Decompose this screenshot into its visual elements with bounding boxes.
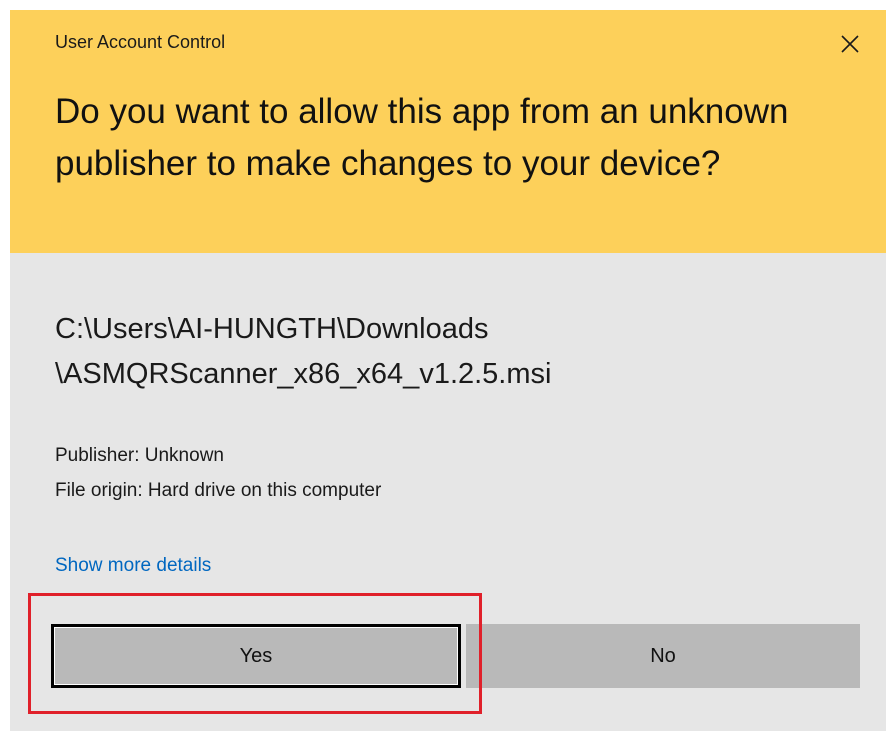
file-path-line-2: \ASMQRScanner_x86_x64_v1.2.5.msi bbox=[55, 358, 552, 390]
show-more-details-link[interactable]: Show more details bbox=[55, 555, 211, 577]
file-origin-text: File origin: Hard drive on this computer bbox=[55, 480, 382, 501]
close-icon bbox=[841, 35, 859, 53]
publisher-text: Publisher: Unknown bbox=[55, 445, 224, 466]
no-button[interactable]: No bbox=[466, 624, 860, 688]
close-button[interactable] bbox=[828, 24, 872, 64]
window-title: User Account Control bbox=[55, 32, 226, 52]
yes-button[interactable]: Yes bbox=[51, 624, 461, 688]
dialog-question: Do you want to allow this app from an un… bbox=[55, 92, 789, 183]
file-meta: Publisher: Unknown File origin: Hard dri… bbox=[55, 438, 381, 508]
dialog-header: User Account Control Do you want to allo… bbox=[10, 10, 886, 253]
uac-dialog: User Account Control Do you want to allo… bbox=[10, 10, 886, 731]
file-path-line-1: C:\Users\AI-HUNGTH\Downloads bbox=[55, 313, 489, 345]
file-path: C:\Users\AI-HUNGTH\Downloads \ASMQRScann… bbox=[55, 307, 855, 397]
